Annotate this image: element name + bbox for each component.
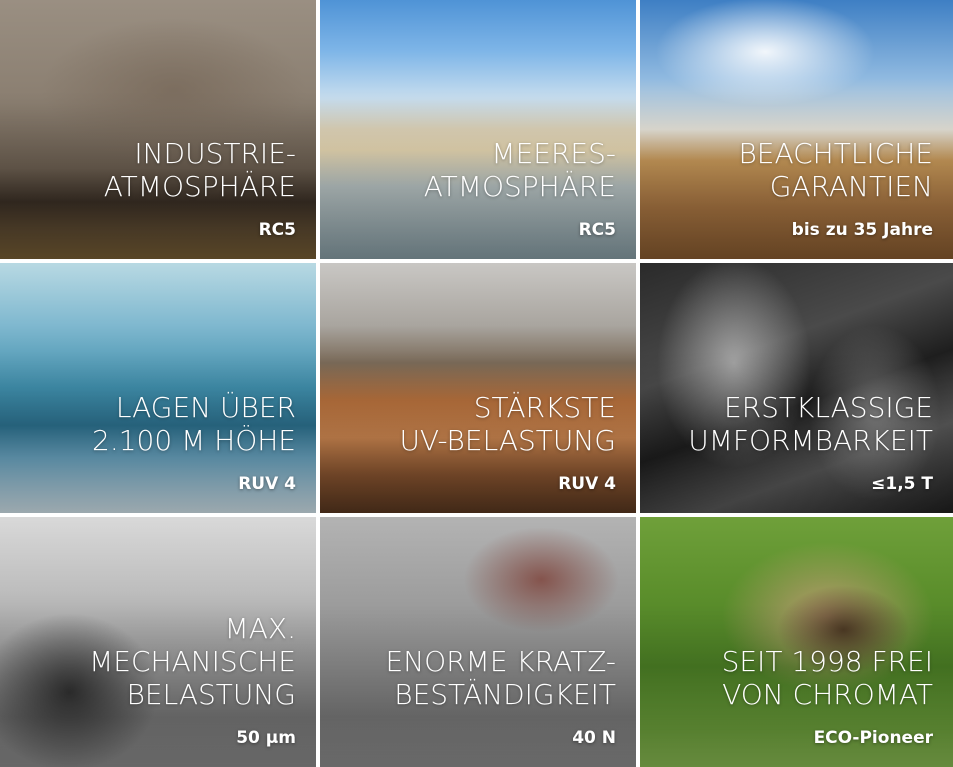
tile-value: RC5 [258,220,296,240]
tile-altitude: LAGEN ÜBER 2.100 M HÖHE RUV 4 [0,263,316,513]
tile-caption: MAX. MECHANISCHE BELASTUNG [89,612,296,711]
tile-caption: SEIT 1998 FREI VON CHROMAT [721,645,933,711]
tile-value: RUV 4 [558,474,616,494]
tile-value: bis zu 35 Jahre [791,220,933,240]
tile-caption: BEACHTLICHE GARANTIEN [738,137,933,203]
tile-sea-atmosphere: MEERES- ATMOSPHÄRE RC5 [320,0,636,259]
tile-formability: ERSTKLASSIGE UMFORMBARKEIT ≤1,5 T [640,263,953,513]
tile-industrial-atmosphere: INDUSTRIE- ATMOSPHÄRE RC5 [0,0,316,259]
tile-value: ECO-Pioneer [813,728,933,748]
tile-caption: ENORME KRATZ- BESTÄNDIGKEIT [385,645,616,711]
tile-caption: ERSTKLASSIGE UMFORMBARKEIT [688,391,933,457]
tile-mechanical-stress: MAX. MECHANISCHE BELASTUNG 50 µm [0,517,316,767]
tile-value: RUV 4 [238,474,296,494]
tile-caption: LAGEN ÜBER 2.100 M HÖHE [92,391,296,457]
tile-value: RC5 [578,220,616,240]
tile-value: 50 µm [236,728,296,748]
tile-guarantees: BEACHTLICHE GARANTIEN bis zu 35 Jahre [640,0,953,259]
tile-value: 40 N [572,728,616,748]
tile-chromate-free: SEIT 1998 FREI VON CHROMAT ECO-Pioneer [640,517,953,767]
tile-scratch-resistance: ENORME KRATZ- BESTÄNDIGKEIT 40 N [320,517,636,767]
tile-caption: INDUSTRIE- ATMOSPHÄRE [103,137,296,203]
feature-grid: INDUSTRIE- ATMOSPHÄRE RC5 MEERES- ATMOSP… [0,0,953,767]
tile-caption: MEERES- ATMOSPHÄRE [423,137,616,203]
tile-value: ≤1,5 T [871,474,933,494]
tile-caption: STÄRKSTE UV-BELASTUNG [399,391,616,457]
tile-uv-exposure: STÄRKSTE UV-BELASTUNG RUV 4 [320,263,636,513]
